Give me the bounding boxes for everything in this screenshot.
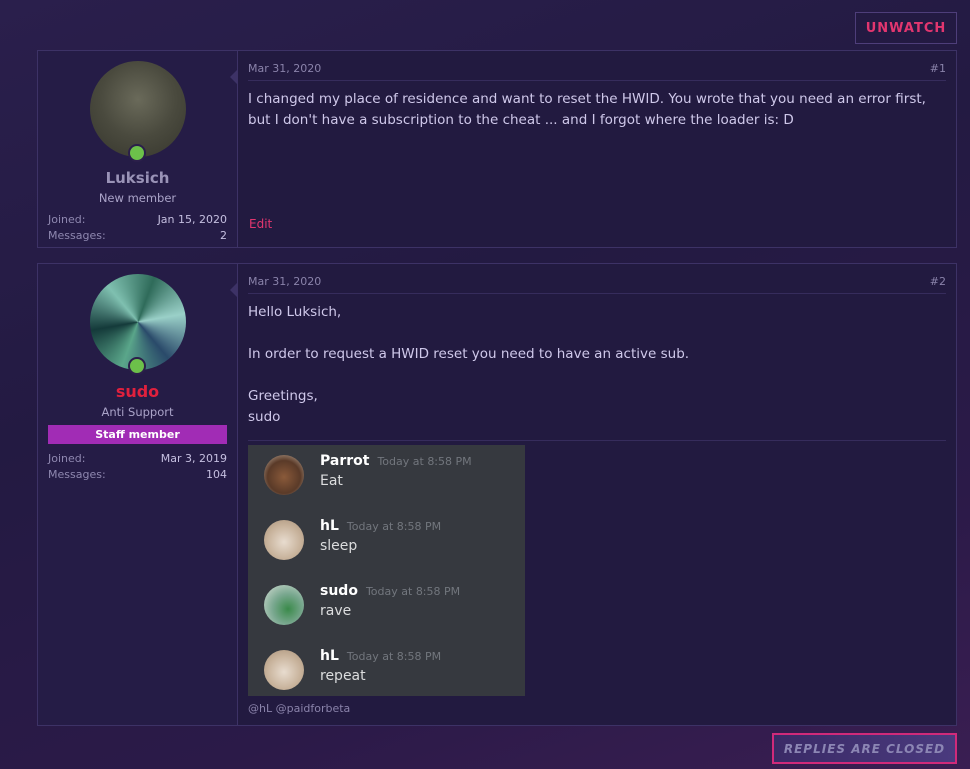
avatar [264, 650, 304, 690]
discord-username: Parrot [320, 453, 370, 469]
user-title: Anti Support [101, 405, 174, 419]
staff-badge: Staff member [48, 425, 227, 444]
discord-text: sleep [320, 538, 358, 554]
avatar [264, 520, 304, 560]
post-date[interactable]: Mar 31, 2020 [248, 62, 321, 75]
avatar[interactable] [89, 274, 186, 370]
joined-value: Mar 3, 2019 [160, 451, 227, 465]
discord-text: Eat [320, 473, 343, 489]
online-status-icon [127, 357, 146, 375]
discord-timestamp: Today at 8:58 PM [377, 455, 472, 468]
body-line: Greetings, [248, 388, 318, 404]
embedded-screenshot[interactable]: Parrot Today at 8:58 PM Eat hL Today at … [248, 445, 525, 696]
discord-message: sudo Today at 8:58 PM rave [248, 583, 525, 648]
avatar [264, 455, 304, 495]
messages-value: 104 [206, 467, 227, 481]
replies-closed-button: REPLIES ARE CLOSED [772, 733, 957, 764]
discord-timestamp: Today at 8:58 PM [346, 650, 442, 663]
unwatch-button[interactable]: UNWATCH [855, 12, 957, 44]
discord-text: rave [320, 603, 352, 619]
message-cell: Mar 31, 2020 #2 Hello Luksich, In order … [230, 264, 956, 725]
avatar[interactable] [89, 61, 186, 157]
post-number[interactable]: #2 [930, 275, 946, 288]
discord-timestamp: Today at 8:58 PM [346, 520, 442, 533]
joined-value: Jan 15, 2020 [157, 212, 227, 226]
username[interactable]: Luksich [38, 169, 237, 187]
body-line: In order to request a HWID reset you nee… [248, 346, 690, 362]
user-cell: Luksich New member Joined: Jan 15, 2020 … [38, 51, 238, 247]
username[interactable]: sudo [38, 382, 237, 401]
messages-label: Messages: [48, 228, 106, 242]
avatar [264, 585, 304, 625]
post-2: sudo Anti Support Staff member Joined: M… [37, 263, 957, 726]
user-title: New member [98, 191, 177, 205]
discord-timestamp: Today at 8:58 PM [365, 585, 461, 598]
body-line: sudo [248, 409, 281, 425]
edit-link[interactable]: Edit [249, 217, 272, 231]
discord-message: hL Today at 8:58 PM sleep [248, 518, 525, 583]
post-date[interactable]: Mar 31, 2020 [248, 275, 321, 288]
post-body: I changed my place of residence and want… [248, 91, 926, 128]
post-1: Luksich New member Joined: Jan 15, 2020 … [37, 50, 957, 248]
joined-label: Joined: [48, 451, 86, 465]
joined-label: Joined: [48, 212, 86, 226]
user-cell: sudo Anti Support Staff member Joined: M… [38, 264, 238, 725]
body-line: Hello Luksich, [248, 304, 342, 320]
discord-username: sudo [320, 583, 358, 599]
message-cell: Mar 31, 2020 #1 I changed my place of re… [230, 51, 956, 247]
messages-label: Messages: [48, 467, 106, 481]
discord-username: hL [320, 648, 339, 664]
discord-username: hL [320, 518, 339, 534]
messages-value: 2 [220, 228, 227, 242]
post-body: Hello Luksich, In order to request a HWI… [248, 302, 946, 428]
post-number[interactable]: #1 [930, 62, 946, 75]
online-status-icon [127, 144, 146, 162]
discord-message: Parrot Today at 8:58 PM Eat [248, 453, 525, 518]
discord-text: repeat [320, 668, 366, 684]
